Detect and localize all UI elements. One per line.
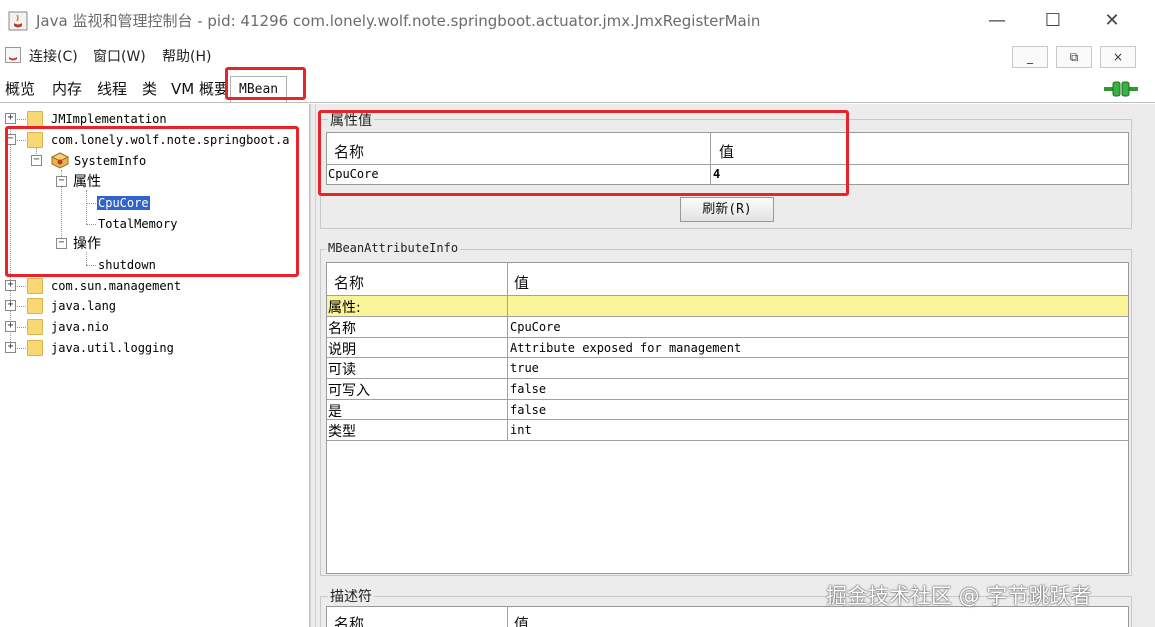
row-divider [327, 337, 1128, 338]
tree-connector [17, 119, 26, 120]
descriptor-header-value[interactable]: 值 [514, 613, 529, 627]
attr-info-row-value: false [510, 403, 547, 417]
descriptor-header-name[interactable]: 名称 [334, 613, 364, 627]
expand-icon[interactable]: + [5, 300, 16, 311]
tab-memory[interactable]: 内存 [51, 76, 83, 102]
attr-info-row-name: 可读 [328, 362, 356, 378]
attr-info-row-name: 是 [328, 404, 342, 420]
attr-info-row-value: Attribute exposed for management [510, 341, 742, 355]
tab-overview[interactable]: 概览 [4, 76, 36, 102]
row-divider [327, 419, 1128, 420]
window-close-button[interactable]: ✕ [1099, 8, 1125, 34]
attr-info-header-value[interactable]: 值 [514, 272, 529, 293]
attr-info-row-name: 属性: [328, 300, 361, 316]
attr-info-row-value: int [510, 423, 532, 437]
attr-info-row-value: CpuCore [510, 320, 561, 334]
mdi-restore-button[interactable]: ⧉ [1056, 46, 1092, 68]
expand-icon[interactable]: + [5, 321, 16, 332]
tree-node-java-lang[interactable]: java.lang [51, 296, 116, 316]
window-title: Java 监视和管理控制台 - pid: 41296 com.lonely.wo… [36, 12, 761, 30]
highlight-box-tree [5, 126, 299, 277]
descriptor-title: 描述符 [328, 586, 374, 606]
highlight-box-mbean-tab [225, 67, 306, 100]
tree-node-java-nio[interactable]: java.nio [51, 317, 109, 337]
row-divider [327, 378, 1128, 379]
java-app-icon [8, 11, 28, 31]
column-divider [507, 296, 508, 316]
attr-info-row-name: 名称 [328, 321, 356, 337]
section-header-row [327, 296, 1128, 316]
row-divider [327, 440, 1128, 441]
row-divider [327, 357, 1128, 358]
attribute-info-title: MBeanAttributeInfo [326, 241, 461, 255]
row-divider [327, 316, 1128, 317]
connection-status-icon [1104, 81, 1138, 97]
mdi-close-button[interactable]: × [1100, 46, 1136, 68]
expand-icon[interactable]: + [5, 113, 16, 124]
attr-info-row-name: 可写入 [328, 383, 370, 399]
tree-node-sun-management[interactable]: com.sun.management [51, 276, 181, 296]
tree-connector [17, 348, 26, 349]
row-divider [327, 399, 1128, 400]
folder-icon [27, 298, 43, 314]
folder-icon [27, 111, 43, 127]
folder-icon [27, 340, 43, 356]
watermark-text: 掘金技术社区 @ 字节跳跃者 [826, 584, 1092, 608]
menu-window[interactable]: 窗口(W) [93, 46, 146, 66]
tree-connector [17, 286, 26, 287]
attr-info-row-value: true [510, 361, 539, 375]
column-divider [507, 263, 508, 440]
tab-classes[interactable]: 类 [141, 76, 158, 102]
tree-connector [17, 306, 26, 307]
expand-icon[interactable]: + [5, 342, 16, 353]
window-minimize-button[interactable]: — [984, 8, 1010, 34]
attr-info-header-name[interactable]: 名称 [334, 272, 364, 293]
folder-icon [27, 278, 43, 294]
window-maximize-button[interactable]: ☐ [1040, 8, 1066, 34]
menu-connect[interactable]: 连接(C) [29, 46, 78, 66]
row-divider [327, 295, 1128, 296]
column-divider [507, 607, 508, 627]
tab-vm-summary[interactable]: VM 概要 [170, 76, 230, 102]
attr-info-row-value: false [510, 382, 547, 396]
attr-info-row-name: 说明 [328, 342, 356, 358]
java-menu-icon [5, 47, 21, 63]
mdi-minimize-button[interactable]: _ [1012, 46, 1048, 68]
expand-icon[interactable]: + [5, 280, 16, 291]
refresh-button[interactable]: 刷新(R) [680, 197, 774, 222]
attr-info-row-name: 类型 [328, 424, 356, 440]
menu-help[interactable]: 帮助(H) [162, 46, 211, 66]
folder-icon [27, 319, 43, 335]
tree-node-java-util-logging[interactable]: java.util.logging [51, 338, 174, 358]
highlight-box-attribute-value [318, 110, 849, 196]
tab-threads[interactable]: 线程 [96, 76, 128, 102]
tree-connector [17, 327, 26, 328]
